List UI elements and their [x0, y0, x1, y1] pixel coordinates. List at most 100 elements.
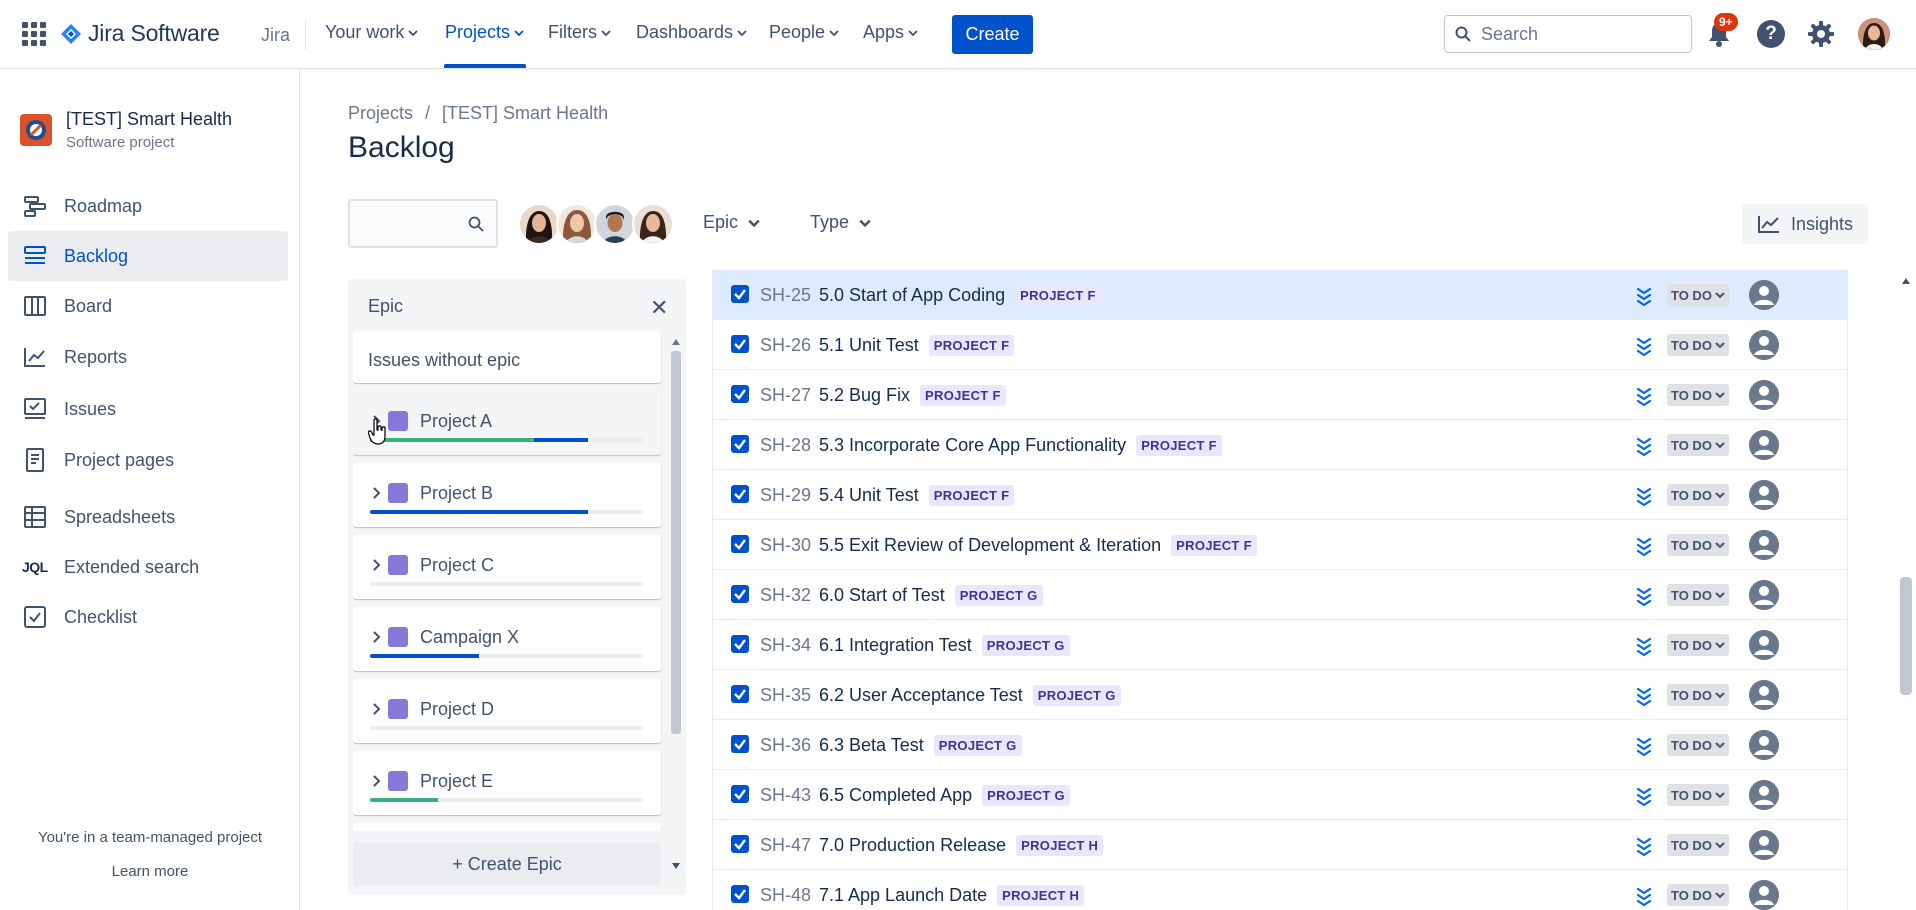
issue-key[interactable]: SH-30 — [760, 535, 811, 556]
issue-summary[interactable]: 7.0 Production Release PROJECT H — [819, 835, 1104, 856]
epic-item-campaign-x[interactable]: Campaign X — [353, 607, 661, 671]
epic-item-project-c[interactable]: Project C — [353, 535, 661, 599]
epic-list-scrollbar[interactable] — [670, 339, 682, 869]
status-dropdown[interactable]: TO DO — [1667, 284, 1729, 306]
issue-key[interactable]: SH-36 — [760, 735, 811, 756]
issue-key[interactable]: SH-27 — [760, 385, 811, 406]
issue-checkbox[interactable] — [731, 885, 749, 903]
breadcrumb-projects[interactable]: Projects — [348, 103, 413, 124]
issue-checkbox[interactable] — [731, 485, 749, 503]
unassigned-avatar[interactable] — [1749, 880, 1779, 910]
sidebar-item-reports[interactable]: Reports — [8, 332, 288, 382]
epic-lozenge[interactable]: PROJECT H — [997, 885, 1085, 906]
status-dropdown[interactable]: TO DO — [1667, 784, 1729, 806]
nav-dashboards[interactable]: Dashboards — [636, 22, 747, 43]
unassigned-avatar[interactable] — [1749, 830, 1779, 860]
sidebar-item-extended-search[interactable]: JQL Extended search — [8, 542, 288, 592]
status-dropdown[interactable]: TO DO — [1667, 634, 1729, 656]
issue-row[interactable]: SH-36 6.3 Beta Test PROJECT G TO DO — [712, 720, 1848, 770]
type-filter-dropdown[interactable]: Type — [810, 212, 871, 233]
nav-people[interactable]: People — [769, 22, 839, 43]
issue-summary[interactable]: 6.5 Completed App PROJECT G — [819, 785, 1070, 806]
settings-gear-icon[interactable] — [1807, 20, 1835, 48]
unassigned-avatar[interactable] — [1749, 630, 1779, 660]
issue-row[interactable]: SH-25 5.0 Start of App Coding PROJECT F TO … — [712, 270, 1848, 320]
epic-lozenge[interactable]: PROJECT F — [1171, 535, 1257, 556]
unassigned-avatar[interactable] — [1749, 680, 1779, 710]
epic-lozenge[interactable]: PROJECT F — [1136, 435, 1222, 456]
chevron-right-icon[interactable] — [371, 487, 381, 499]
project-header[interactable]: [TEST] Smart Health Software project — [20, 109, 232, 151]
epic-lozenge[interactable]: PROJECT G — [1032, 685, 1121, 706]
sidebar-item-backlog[interactable]: Backlog — [8, 231, 288, 281]
epic-item-project-e[interactable]: Project E — [353, 751, 661, 815]
issue-summary[interactable]: 5.1 Unit Test PROJECT F — [819, 335, 1015, 356]
issue-summary[interactable]: 5.2 Bug Fix PROJECT F — [819, 385, 1006, 406]
sidebar-item-project-pages[interactable]: Project pages — [8, 435, 288, 485]
status-dropdown[interactable]: TO DO — [1667, 434, 1729, 456]
issue-checkbox[interactable] — [731, 385, 749, 403]
issue-summary[interactable]: 6.0 Start of Test PROJECT G — [819, 585, 1043, 606]
page-scrollbar[interactable] — [1898, 270, 1914, 910]
status-dropdown[interactable]: TO DO — [1667, 834, 1729, 856]
sidebar-item-board[interactable]: Board — [8, 281, 288, 331]
jira-logo[interactable]: Jira Software — [60, 20, 220, 47]
close-icon[interactable]: ✕ — [650, 295, 668, 321]
status-dropdown[interactable]: TO DO — [1667, 484, 1729, 506]
issue-key[interactable]: SH-26 — [760, 335, 811, 356]
issue-row[interactable]: SH-48 7.1 App Launch Date PROJECT H TO DO — [712, 870, 1848, 910]
issue-summary[interactable]: 6.3 Beta Test PROJECT G — [819, 735, 1022, 756]
issue-checkbox[interactable] — [731, 535, 749, 553]
chevron-right-icon[interactable] — [371, 775, 381, 787]
status-dropdown[interactable]: TO DO — [1667, 384, 1729, 406]
unassigned-avatar[interactable] — [1749, 280, 1779, 310]
unassigned-avatar[interactable] — [1749, 380, 1779, 410]
epic-filter-dropdown[interactable]: Epic — [703, 212, 760, 233]
scrollbar-thumb[interactable] — [671, 351, 681, 734]
issue-summary[interactable]: 5.4 Unit Test PROJECT F — [819, 485, 1015, 506]
status-dropdown[interactable]: TO DO — [1667, 884, 1729, 906]
help-icon[interactable]: ? — [1757, 20, 1785, 48]
issue-key[interactable]: SH-34 — [760, 635, 811, 656]
epic-lozenge[interactable]: PROJECT G — [933, 735, 1022, 756]
nav-your-work[interactable]: Your work — [325, 22, 419, 43]
epic-item-project-d[interactable]: Project D — [353, 679, 661, 743]
issue-key[interactable]: SH-32 — [760, 585, 811, 606]
issue-row[interactable]: SH-28 5.3 Incorporate Core App Functional… — [712, 420, 1848, 470]
epic-item-project-a[interactable]: Project A — [353, 391, 661, 455]
scroll-up-arrow-icon[interactable] — [672, 339, 680, 345]
issue-key[interactable]: SH-25 — [760, 285, 811, 306]
issue-row[interactable]: SH-35 6.2 User Acceptance Test PROJECT G TO… — [712, 670, 1848, 720]
issue-checkbox[interactable] — [731, 635, 749, 653]
issue-checkbox[interactable] — [731, 435, 749, 453]
status-dropdown[interactable]: TO DO — [1667, 534, 1729, 556]
assignee-avatar[interactable] — [632, 203, 674, 245]
user-avatar[interactable] — [1858, 18, 1890, 50]
epic-lozenge[interactable]: PROJECT F — [1015, 285, 1101, 306]
status-dropdown[interactable]: TO DO — [1667, 334, 1729, 356]
unassigned-avatar[interactable] — [1749, 480, 1779, 510]
assignee-avatar[interactable] — [594, 203, 636, 245]
create-epic-button[interactable]: + Create Epic — [353, 842, 661, 886]
chevron-right-icon[interactable] — [371, 631, 381, 643]
issue-key[interactable]: SH-48 — [760, 885, 811, 906]
issue-checkbox[interactable] — [731, 835, 749, 853]
issue-row[interactable]: SH-29 5.4 Unit Test PROJECT F TO DO — [712, 470, 1848, 520]
issue-checkbox[interactable] — [731, 735, 749, 753]
nav-projects[interactable]: Projects — [445, 22, 524, 43]
scroll-up-arrow-icon[interactable] — [1902, 278, 1910, 284]
issue-summary[interactable]: 5.3 Incorporate Core App Functionality PR… — [819, 435, 1222, 456]
issue-checkbox[interactable] — [731, 785, 749, 803]
issue-summary[interactable]: 5.5 Exit Review of Development & Iterati… — [819, 535, 1257, 556]
learn-more-link[interactable]: Learn more — [0, 863, 300, 880]
unassigned-avatar[interactable] — [1749, 730, 1779, 760]
issue-row[interactable]: SH-26 5.1 Unit Test PROJECT F TO DO — [712, 320, 1848, 370]
sidebar-item-checklist[interactable]: Checklist — [8, 592, 288, 642]
assignee-avatar[interactable] — [518, 203, 560, 245]
epic-item-partial[interactable] — [353, 823, 661, 831]
issue-checkbox[interactable] — [731, 585, 749, 603]
issue-summary[interactable]: 7.1 App Launch Date PROJECT H — [819, 885, 1085, 906]
search-input[interactable] — [1481, 23, 1671, 45]
global-search[interactable] — [1444, 15, 1692, 53]
backlog-search-input[interactable] — [348, 199, 498, 248]
